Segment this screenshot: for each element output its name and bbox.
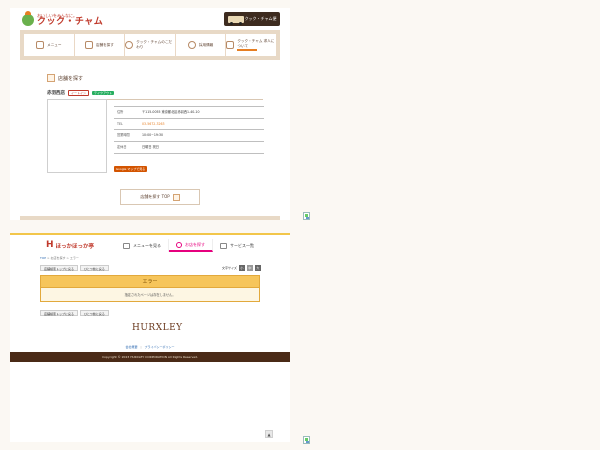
footer-links: 会社概要 | プライバシーポリシー [125, 345, 175, 349]
cookchum-logo[interactable]: おいしいをみんなに。 クック・チャム [22, 11, 104, 28]
section-title: 店舗を探す [47, 74, 83, 82]
font-size-label: 文字サイズ [222, 266, 237, 270]
font-size-medium-button[interactable]: 中 [246, 265, 253, 271]
row-key: TEL [114, 117, 139, 130]
back-button[interactable]: ひとつ前に戻る [80, 265, 109, 271]
store-search-top-label: 店舗を探す TOP [140, 194, 170, 199]
footer-strip [20, 216, 280, 220]
service-icon [220, 242, 227, 249]
error-message: 指定されたページは存在しません。 [40, 288, 260, 302]
error-title: エラー [40, 275, 260, 288]
nav-find-store-label: お店を探す [185, 241, 205, 247]
back-to-search-button[interactable]: 店舗検索トップに戻る [40, 310, 79, 316]
broken-image-icon [303, 212, 310, 220]
store-photo [47, 99, 107, 173]
document-icon [226, 41, 235, 49]
people-icon [187, 41, 196, 49]
store-icon [47, 74, 55, 82]
bottom-action-row: 店舗検索トップに戻る ひとつ前に戻る [40, 310, 109, 316]
broken-image-icon [303, 436, 310, 444]
blank-area [10, 362, 290, 442]
nav-job[interactable]: クック・チャム 求人について [226, 34, 276, 56]
hokka-nav: メニューを見る お店を探す サービス一覧 [116, 239, 261, 252]
hokka-logo[interactable]: H ほっかほっか亭 [46, 241, 94, 250]
privacy-link[interactable]: プライバシーポリシー [145, 345, 175, 349]
nav-commitment-label: クック・チャムのこだわり [136, 40, 173, 49]
top-action-row: 店舗検索トップに戻る ひとつ前に戻る [40, 265, 109, 271]
banner-text: クック・チャム便 [244, 16, 277, 21]
arrow-up-icon: ▲ [267, 431, 271, 437]
nav-store-search[interactable]: 店舗を探す [75, 34, 126, 56]
hokka-page: H ほっかほっか亭 メニューを見る お店を探す サービス一覧 TOP > お店を… [10, 233, 290, 363]
nav-recruit[interactable]: 採用情報 [176, 34, 227, 56]
nav-commitment[interactable]: クック・チャムのこだわり [125, 34, 176, 56]
nav-services-label: サービス一覧 [230, 242, 254, 248]
menu-book-icon [123, 242, 130, 249]
nav-view-menu-label: メニューを見る [133, 242, 161, 248]
delivery-banner[interactable]: クック・チャム便 [224, 12, 280, 26]
nav-job-label: クック・チャム 求人について [237, 39, 275, 48]
nav-view-menu[interactable]: メニューを見る [116, 239, 169, 252]
font-size-small-button[interactable]: 小 [238, 265, 245, 271]
table-row: 営業時間 10:00~19:30 [114, 129, 264, 142]
cookchum-page: おいしいをみんなに。 クック・チャム クック・チャム便 メニュー 店舗を探す ク… [10, 8, 290, 220]
closed-value: 日曜日 祝日 [139, 140, 264, 154]
hokka-logo-mark: H [46, 240, 54, 250]
store-info-table: 住所 〒115-0055 東京都北区赤羽西1-40-10 TEL 03-5672… [114, 106, 264, 154]
breadcrumb-current: お店を探す > エラー [50, 256, 79, 260]
nav-store-label: 店舗を探す [95, 42, 114, 47]
truck-icon [227, 15, 244, 25]
nav-services[interactable]: サービス一覧 [213, 239, 261, 252]
table-row: TEL 03-5672-3263 [114, 117, 264, 130]
table-row: 定休日 日曜日 祝日 [114, 140, 264, 154]
back-to-search-button[interactable]: 店舗検索トップに戻る [40, 265, 79, 271]
hokka-logo-name: ほっかほっか亭 [55, 243, 95, 250]
row-key: 定休日 [114, 140, 139, 154]
nav-find-store[interactable]: お店を探す [169, 239, 213, 252]
font-size-switcher: 文字サイズ 小 中 大 [222, 265, 261, 271]
nav-menu-label: メニュー [47, 42, 62, 47]
nav-recruit-label: 採用情報 [198, 42, 214, 47]
logo-name: クック・チャム [37, 16, 104, 27]
hours-value: 10:00~19:30 [139, 129, 264, 142]
copyright-text: Copyright © 2023 HURXLEY CORPORATION All… [102, 355, 198, 359]
breadcrumb: TOP > お店を探す > エラー [40, 256, 79, 260]
nav-job-underline [237, 48, 258, 51]
font-size-large-button[interactable]: 大 [254, 265, 261, 271]
tel-link[interactable]: 03-5672-3263 [139, 117, 264, 130]
store-icon [84, 41, 93, 49]
nav-menu[interactable]: メニュー [24, 34, 75, 56]
back-button[interactable]: ひとつ前に戻る [80, 310, 109, 316]
page-top-button[interactable]: ▲ [265, 430, 273, 438]
company-link[interactable]: 会社概要 [126, 345, 138, 349]
search-icon [176, 241, 182, 248]
address-value: 〒115-0055 東京都北区赤羽西1-40-10 [139, 106, 264, 119]
tag-takeout: テイクアウト [92, 91, 114, 95]
chef-hat-logo-icon [22, 11, 34, 26]
main-nav: メニュー 店舗を探す クック・チャムのこだわり 採用情報 クック・チャム 求人に… [20, 30, 280, 60]
table-row: 住所 〒115-0055 東京都北区赤羽西1-40-10 [114, 106, 264, 119]
chef-icon [125, 41, 134, 49]
hurxley-logo[interactable]: HURXLEY [132, 323, 183, 333]
row-key: 営業時間 [114, 129, 139, 142]
store-name: 赤羽西店 [47, 91, 65, 96]
row-key: 住所 [114, 106, 139, 119]
section-title-text: 店舗を探す [58, 75, 84, 82]
bento-icon [36, 41, 45, 49]
copyright-bar: Copyright © 2023 HURXLEY CORPORATION All… [10, 352, 290, 362]
google-map-button[interactable]: Google マップで見る [114, 166, 147, 172]
store-icon [172, 193, 180, 201]
store-search-top-button[interactable]: 店舗を探す TOP [120, 189, 200, 205]
tag-eat-in: イートイン [68, 90, 90, 96]
